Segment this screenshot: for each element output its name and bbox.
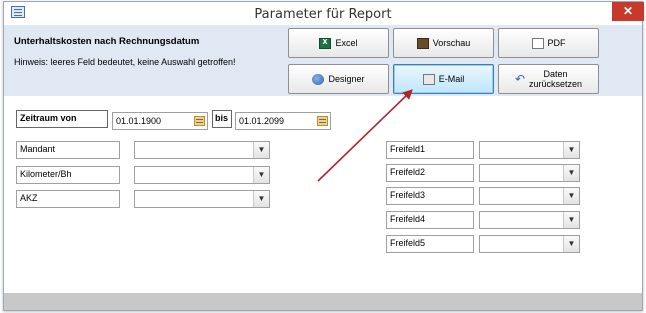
date-from-input[interactable]: 01.01.1900: [112, 112, 208, 130]
combo-kilometer[interactable]: ▼: [134, 166, 270, 184]
filter-label-kilometer: Kilometer/Bh: [16, 166, 120, 184]
date-to-value: 01.01.2099: [239, 116, 285, 126]
chevron-down-icon[interactable]: ▼: [563, 212, 579, 228]
status-bar: [4, 293, 642, 310]
combo-freifeld4[interactable]: ▼: [479, 211, 580, 229]
reset-data-button[interactable]: ↶ Daten zurücksetzen: [498, 64, 599, 94]
reset-label-line1: Daten: [543, 69, 568, 79]
header-area: Unterhaltskosten nach Rechnungsdatum Hin…: [4, 25, 642, 96]
calendar-icon[interactable]: [317, 116, 328, 126]
window-title: Parameter für Report: [254, 7, 392, 22]
hint-text: Hinweis: leeres Feld bedeutet, keine Aus…: [14, 57, 236, 67]
report-parameter-window: Parameter für Report ✕ Unterhaltskosten …: [3, 1, 644, 311]
date-to-input[interactable]: 01.01.2099: [235, 112, 331, 130]
designer-button-label: Designer: [328, 74, 365, 84]
excel-button-label: Excel: [335, 38, 358, 48]
filter-label-akz: AKZ: [16, 190, 120, 208]
chevron-down-icon[interactable]: ▼: [563, 236, 579, 252]
combo-akz[interactable]: ▼: [134, 190, 270, 208]
undo-icon: ↶: [514, 72, 526, 86]
combo-freifeld1[interactable]: ▼: [479, 141, 580, 159]
preview-icon: [416, 37, 429, 49]
reset-label-line2: zurücksetzen: [529, 79, 583, 89]
chevron-down-icon[interactable]: ▼: [253, 191, 269, 207]
chevron-down-icon[interactable]: ▼: [563, 142, 579, 158]
email-button[interactable]: E-Mail: [393, 64, 494, 94]
reset-button-label: Daten zurücksetzen: [529, 69, 582, 89]
combo-freifeld3[interactable]: ▼: [479, 187, 580, 205]
calendar-icon[interactable]: [194, 116, 205, 126]
chevron-down-icon[interactable]: ▼: [563, 165, 579, 181]
filter-label-freifeld3: Freifeld3: [386, 187, 474, 205]
excel-button[interactable]: Excel: [288, 28, 389, 58]
preview-button[interactable]: Vorschau: [393, 28, 494, 58]
designer-button[interactable]: Designer: [288, 64, 389, 94]
close-button[interactable]: ✕: [612, 2, 644, 21]
chevron-down-icon[interactable]: ▼: [563, 188, 579, 204]
email-button-label: E-Mail: [438, 74, 465, 84]
period-to-label: bis: [212, 110, 232, 128]
filter-label-freifeld5: Freifeld5: [386, 235, 474, 253]
date-from-value: 01.01.1900: [116, 116, 162, 126]
filter-label-freifeld1: Freifeld1: [386, 141, 474, 159]
email-icon: [422, 73, 435, 85]
combo-freifeld2[interactable]: ▼: [479, 164, 580, 182]
pdf-button-label: PDF: [547, 38, 566, 48]
chevron-down-icon[interactable]: ▼: [253, 142, 269, 158]
title-bar: Parameter für Report ✕: [4, 2, 644, 25]
filter-label-mandant: Mandant: [16, 141, 120, 159]
excel-icon: [319, 36, 332, 49]
designer-icon: [312, 73, 325, 85]
preview-button-label: Vorschau: [432, 38, 471, 48]
filter-label-freifeld4: Freifeld4: [386, 211, 474, 229]
report-name: Unterhaltskosten nach Rechnungsdatum: [14, 36, 200, 47]
chevron-down-icon[interactable]: ▼: [253, 167, 269, 183]
combo-mandant[interactable]: ▼: [134, 141, 270, 159]
combo-freifeld5[interactable]: ▼: [479, 235, 580, 253]
period-from-label: Zeitraum von: [16, 110, 108, 128]
filter-label-freifeld2: Freifeld2: [386, 164, 474, 182]
pdf-icon: [531, 37, 544, 49]
pdf-button[interactable]: PDF: [498, 28, 599, 58]
